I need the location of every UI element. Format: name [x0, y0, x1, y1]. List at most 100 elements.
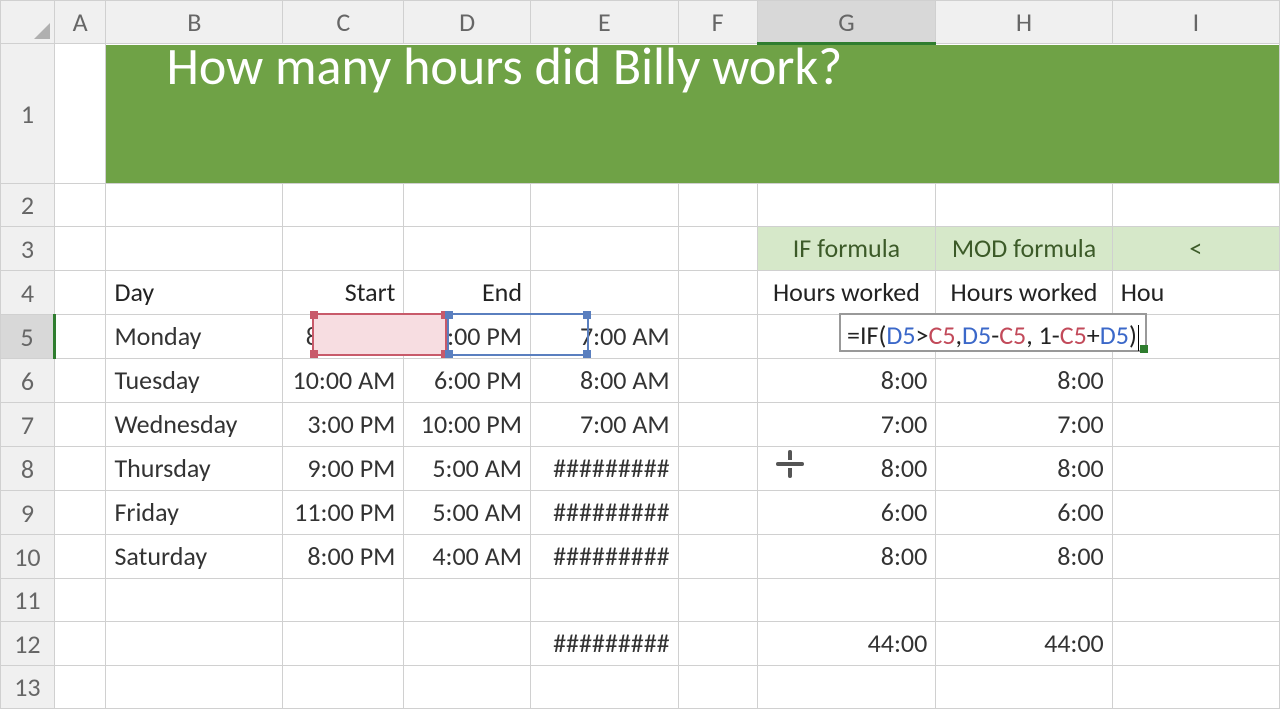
cell-day-8[interactable]: Thursday [106, 447, 283, 491]
cell-I8[interactable] [1112, 447, 1279, 491]
cell-B3[interactable] [106, 227, 283, 271]
cell-A9[interactable] [54, 491, 106, 535]
row-header-6[interactable]: 6 [1, 359, 55, 403]
col-header-I[interactable]: I [1112, 1, 1279, 44]
cell-hours-h-6[interactable]: 8:00 [936, 359, 1112, 403]
cell-F5[interactable] [678, 315, 757, 359]
cell-end-9[interactable]: 5:00 AM [404, 491, 531, 535]
cell-I10[interactable] [1112, 535, 1279, 579]
cell-day-6[interactable]: Tuesday [106, 359, 283, 403]
cell-C13[interactable] [283, 666, 404, 709]
cell-hours-h-10[interactable]: 8:00 [936, 535, 1112, 579]
row-header-4[interactable]: 4 [1, 271, 55, 315]
cell-total-h[interactable]: 44:00 [936, 622, 1112, 666]
cell-hours-g-10[interactable]: 8:00 [757, 535, 936, 579]
select-all-corner[interactable] [1, 1, 55, 44]
row-header-10[interactable]: 10 [1, 535, 55, 579]
cell-D3[interactable] [404, 227, 531, 271]
cell-C2[interactable] [283, 184, 404, 227]
cell-end-6[interactable]: 6:00 PM [404, 359, 531, 403]
cell-E2[interactable] [530, 184, 678, 227]
cell-diff-6[interactable]: 8:00 AM [530, 359, 678, 403]
cell-A4[interactable] [54, 271, 106, 315]
cell-end-7[interactable]: 10:00 PM [404, 403, 531, 447]
cell-total-e[interactable]: ######### [530, 622, 678, 666]
cell-total-g[interactable]: 44:00 [757, 622, 936, 666]
cell-A11[interactable] [54, 579, 106, 622]
cell-diff-7[interactable]: 7:00 AM [530, 403, 678, 447]
cell-F13[interactable] [678, 666, 757, 709]
cell-A8[interactable] [54, 447, 106, 491]
cell-I2[interactable] [1112, 184, 1279, 227]
cell-E3[interactable] [530, 227, 678, 271]
cell-H13[interactable] [936, 666, 1112, 709]
cell-diff-9[interactable]: ######### [530, 491, 678, 535]
cell-I9[interactable] [1112, 491, 1279, 535]
cell-B2[interactable] [106, 184, 283, 227]
cell-I12[interactable] [1112, 622, 1279, 666]
cell-F8[interactable] [678, 447, 757, 491]
cell-A5[interactable] [54, 315, 106, 359]
spreadsheet-grid[interactable]: ABCDEFGHI1How many hours did Billy work?… [0, 0, 1280, 709]
cell-C3[interactable] [283, 227, 404, 271]
cell-F7[interactable] [678, 403, 757, 447]
col-header-A[interactable]: A [54, 1, 106, 44]
row-header-13[interactable]: 13 [1, 666, 55, 709]
cell-C12[interactable] [283, 622, 404, 666]
cell-F9[interactable] [678, 491, 757, 535]
row-header-5[interactable]: 5 [1, 315, 55, 359]
cell-E13[interactable] [530, 666, 678, 709]
cell-D11[interactable] [404, 579, 531, 622]
cell-I6[interactable] [1112, 359, 1279, 403]
cell-hours-h-8[interactable]: 8:00 [936, 447, 1112, 491]
cell-B12[interactable] [106, 622, 283, 666]
cell-A7[interactable] [54, 403, 106, 447]
cell-hours-g-6[interactable]: 8:00 [757, 359, 936, 403]
row-header-12[interactable]: 12 [1, 622, 55, 666]
cell-G13[interactable] [757, 666, 936, 709]
cell-start-6[interactable]: 10:00 AM [283, 359, 404, 403]
cell-diff-8[interactable]: ######### [530, 447, 678, 491]
cell-day-9[interactable]: Friday [106, 491, 283, 535]
cell-I11[interactable] [1112, 579, 1279, 622]
cell-F10[interactable] [678, 535, 757, 579]
cell-diff-5[interactable]: 7:00 AM [530, 315, 678, 359]
cell-C11[interactable] [283, 579, 404, 622]
row-header-7[interactable]: 7 [1, 403, 55, 447]
cell-end-10[interactable]: 4:00 AM [404, 535, 531, 579]
cell-F4[interactable] [678, 271, 757, 315]
cell-H11[interactable] [936, 579, 1112, 622]
cell-A6[interactable] [54, 359, 106, 403]
row-header-3[interactable]: 3 [1, 227, 55, 271]
cell-hours-h-9[interactable]: 6:00 [936, 491, 1112, 535]
cell-A1[interactable] [54, 44, 106, 184]
cell-start-10[interactable]: 8:00 PM [283, 535, 404, 579]
row-header-11[interactable]: 11 [1, 579, 55, 622]
cell-F6[interactable] [678, 359, 757, 403]
cell-E4[interactable] [530, 271, 678, 315]
cell-D2[interactable] [404, 184, 531, 227]
cell-start-8[interactable]: 9:00 PM [283, 447, 404, 491]
cell-hours-g-8[interactable]: 8:00 [757, 447, 936, 491]
cell-hours-g-9[interactable]: 6:00 [757, 491, 936, 535]
cell-hours-g-7[interactable]: 7:00 [757, 403, 936, 447]
cell-start-7[interactable]: 3:00 PM [283, 403, 404, 447]
cell-A2[interactable] [54, 184, 106, 227]
cell-start-9[interactable]: 11:00 PM [283, 491, 404, 535]
cell-hours-h-7[interactable]: 7:00 [936, 403, 1112, 447]
cell-F2[interactable] [678, 184, 757, 227]
cell-F12[interactable] [678, 622, 757, 666]
cell-A10[interactable] [54, 535, 106, 579]
cell-diff-10[interactable]: ######### [530, 535, 678, 579]
cell-I13[interactable] [1112, 666, 1279, 709]
cell-A12[interactable] [54, 622, 106, 666]
cell-H2[interactable] [936, 184, 1112, 227]
cell-A3[interactable] [54, 227, 106, 271]
cell-day-7[interactable]: Wednesday [106, 403, 283, 447]
cell-I7[interactable] [1112, 403, 1279, 447]
cell-B13[interactable] [106, 666, 283, 709]
row-header-9[interactable]: 9 [1, 491, 55, 535]
col-header-H[interactable]: H [936, 1, 1112, 44]
cell-B11[interactable] [106, 579, 283, 622]
cell-day-10[interactable]: Saturday [106, 535, 283, 579]
